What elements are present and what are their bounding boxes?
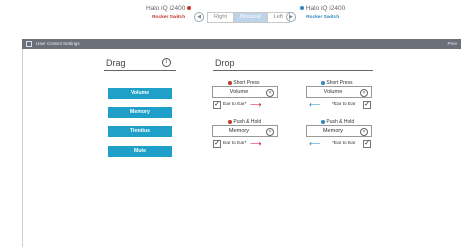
right-short-press-value: Volume (323, 89, 343, 95)
right-device-name: Halo iQ i2400 (305, 5, 346, 12)
window-left-border (22, 49, 23, 247)
clear-icon[interactable]: × (360, 89, 368, 97)
right-short-press-checkbox[interactable]: ✓ (363, 101, 371, 109)
prev-arrow-icon[interactable]: ◀ (194, 12, 204, 22)
clear-icon[interactable]: × (266, 89, 274, 97)
window-right-label[interactable]: Prev (448, 40, 457, 48)
drag-item-volume[interactable]: Volume (108, 88, 172, 99)
drag-item-tinnitus[interactable]: Tinnitus (108, 126, 172, 137)
drop-heading: Drop (215, 58, 235, 68)
right-push-hold-option: *Ear to Ear (332, 141, 356, 146)
left-short-press-slot[interactable]: Volume × (212, 86, 278, 98)
drag-item-memory[interactable]: Memory (108, 107, 172, 118)
left-arrow-icon: ⟵ (309, 100, 321, 109)
left-short-press-option: Ear to Ear* (223, 102, 247, 107)
left-push-hold-checkbox[interactable]: ✓ (213, 140, 221, 148)
right-push-hold-value: Memory (322, 128, 344, 134)
window-title: User Control Settings (36, 41, 80, 46)
left-push-hold-option: Ear to Ear* (223, 141, 247, 146)
left-short-press-checkbox[interactable]: ✓ (213, 101, 221, 109)
right-device: Halo iQ i2400 Rocker Switch (300, 5, 345, 20)
info-icon[interactable]: i (162, 58, 171, 67)
clear-icon[interactable]: × (266, 128, 274, 136)
device-bar: Halo iQ i2400 Rocker Switch ◀ Right Bina… (0, 0, 461, 38)
right-short-press-option: *Ear to Ear (332, 102, 356, 107)
left-short-press-value: Volume (229, 89, 249, 95)
right-ear-dot-icon (321, 119, 325, 124)
next-arrow-icon[interactable]: ▶ (286, 12, 296, 22)
right-arrow-icon: ⟶ (250, 100, 262, 109)
right-short-press-slot[interactable]: Volume × (306, 86, 372, 98)
left-device-name: Halo iQ i2400 (146, 5, 186, 12)
right-push-hold-slot[interactable]: Memory × (306, 125, 372, 137)
drag-underline (104, 70, 176, 71)
left-push-hold-slot[interactable]: Memory × (212, 125, 278, 137)
ear-toggle: Right Binaural Left (207, 12, 290, 23)
right-arrow-icon: ⟶ (250, 139, 262, 148)
window-titlebar: User Control Settings Prev (22, 39, 461, 49)
left-arrow-icon: ⟵ (309, 139, 321, 148)
clear-icon[interactable]: × (360, 128, 368, 136)
right-push-hold-checkbox[interactable]: ✓ (363, 140, 371, 148)
left-device: Halo iQ i2400 Rocker Switch (146, 5, 192, 20)
window-icon (26, 41, 32, 47)
left-push-hold-value: Memory (228, 128, 250, 134)
left-device-sub: Rocker Switch (152, 15, 186, 20)
left-ear-dot-icon (187, 6, 192, 11)
left-ear-dot-icon (228, 119, 232, 124)
ear-toggle-binaural[interactable]: Binaural (234, 13, 268, 22)
drag-heading: Drag (106, 58, 126, 68)
ear-toggle-right[interactable]: Right (208, 13, 235, 22)
right-ear-dot-icon (300, 6, 304, 11)
right-device-sub: Rocker Switch (306, 15, 340, 20)
left-ear-dot-icon (228, 80, 232, 85)
drag-item-mute[interactable]: Mute (108, 146, 172, 157)
right-ear-dot-icon (321, 80, 325, 85)
drop-underline (213, 70, 373, 71)
